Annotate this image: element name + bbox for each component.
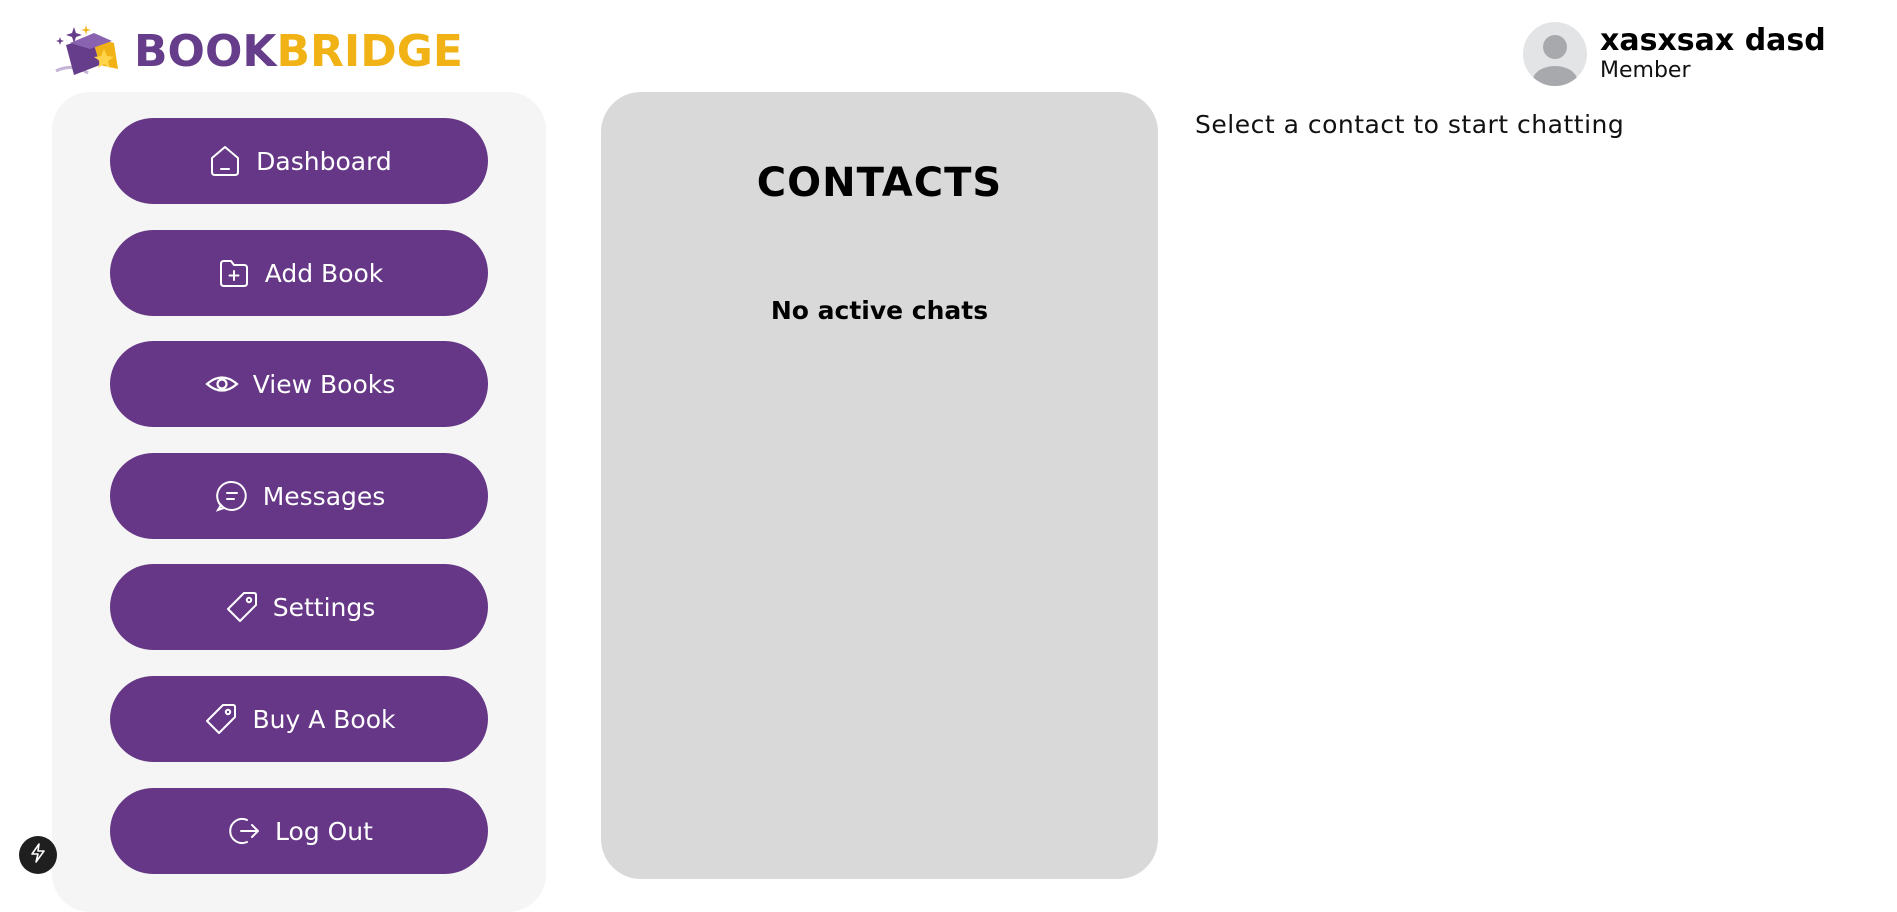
home-icon xyxy=(206,142,244,180)
sidebar-item-label: Settings xyxy=(272,592,376,622)
sidebar-item-view-books[interactable]: View Books xyxy=(110,341,488,427)
message-icon xyxy=(213,477,251,515)
brand-name-part2: BRIDGE xyxy=(276,26,463,77)
sidebar-item-label: Buy A Book xyxy=(252,704,396,734)
brand-name-part1: BOOK xyxy=(134,26,277,77)
dev-tools-badge[interactable] xyxy=(19,836,57,874)
sidebar-item-label: Dashboard xyxy=(256,146,392,176)
sidebar-item-buy-a-book[interactable]: Buy A Book xyxy=(110,676,488,762)
eye-icon xyxy=(203,365,241,403)
contacts-title: CONTACTS xyxy=(756,160,1003,206)
chat-placeholder: Select a contact to start chatting xyxy=(1195,110,1625,139)
sidebar-item-label: Messages xyxy=(262,481,386,511)
sidebar-item-add-book[interactable]: Add Book xyxy=(110,230,488,316)
empty-contacts-message: No active chats xyxy=(770,296,989,325)
tag-icon xyxy=(202,700,240,738)
magic-book-icon xyxy=(52,23,124,81)
sidebar-item-label: Log Out xyxy=(275,816,373,846)
sidebar-item-messages[interactable]: Messages xyxy=(110,453,488,539)
user-avatar-icon xyxy=(1523,22,1587,86)
contacts-panel xyxy=(601,92,1158,879)
sidebar-item-dashboard[interactable]: Dashboard xyxy=(110,118,488,204)
sidebar-item-label: Add Book xyxy=(264,258,384,288)
sidebar-item-label: View Books xyxy=(252,369,396,399)
user-name: xasxsax dasd xyxy=(1600,23,1826,59)
sidebar-item-log-out[interactable]: Log Out xyxy=(110,788,488,874)
user-role: Member xyxy=(1600,58,1691,84)
user-info: xasxsax dasd Member xyxy=(1600,24,1826,83)
sidebar-item-settings[interactable]: Settings xyxy=(110,564,488,650)
logout-icon xyxy=(225,812,263,850)
sidebar: Dashboard Add Book View Books Messages S… xyxy=(52,92,546,912)
lightning-icon xyxy=(29,843,47,867)
tag-icon xyxy=(223,588,261,626)
folder-plus-icon xyxy=(215,254,253,292)
user-profile[interactable]: xasxsax dasd Member xyxy=(1523,22,1826,86)
brand-name: BOOKBRIDGE xyxy=(134,30,463,74)
brand-logo[interactable]: BOOKBRIDGE xyxy=(52,24,463,80)
